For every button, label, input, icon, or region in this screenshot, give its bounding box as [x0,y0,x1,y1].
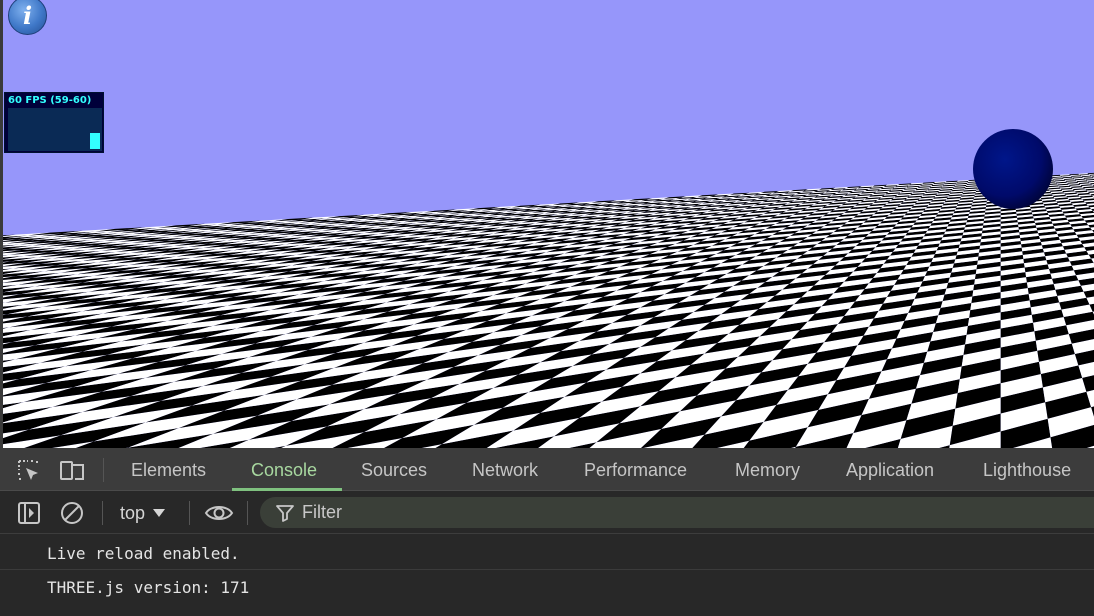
toolbar-divider [247,501,248,525]
tabbar-divider [103,458,104,482]
tab-performance[interactable]: Performance [584,448,687,491]
context-value: top [120,502,146,523]
clear-console-icon[interactable] [58,499,86,527]
toolbar-divider [189,501,190,525]
tab-network[interactable]: Network [472,448,538,491]
filter-icon [276,504,294,522]
console-output: Live reload enabled. THREE.js version: 1… [0,534,1094,616]
inspect-element-icon[interactable] [15,457,43,485]
devtools-tabbar: Elements Console Sources Network Perform… [0,448,1094,491]
webgl-viewport[interactable]: i 60 FPS (59-60) [0,0,1094,448]
tab-lighthouse[interactable]: Lighthouse [983,448,1071,491]
caret-down-icon [153,509,166,517]
tab-elements[interactable]: Elements [131,448,206,491]
context-selector[interactable]: top [112,499,173,527]
console-toolbar: top Filter [0,491,1094,534]
info-icon: i [22,1,33,30]
device-toggle-icon[interactable] [58,457,86,485]
console-message[interactable]: Live reload enabled. [0,537,1094,570]
eye-icon[interactable] [203,499,235,527]
fps-label: 60 FPS (59-60) [8,95,92,106]
fps-stats-panel[interactable]: 60 FPS (59-60) [4,92,104,153]
fps-graph [8,108,102,151]
fps-graph-bar [90,133,100,149]
console-message[interactable]: THREE.js version: 171 [0,571,1094,604]
sidebar-toggle-icon[interactable] [15,499,43,527]
tab-console[interactable]: Console [251,448,317,491]
blue-sphere [973,129,1053,209]
tab-memory[interactable]: Memory [735,448,800,491]
tab-application[interactable]: Application [846,448,934,491]
checkerboard-floor [0,172,1094,448]
viewport-border [0,0,3,448]
filter-placeholder: Filter [302,502,342,522]
tab-sources[interactable]: Sources [361,448,427,491]
devtools-panel: Elements Console Sources Network Perform… [0,448,1094,616]
3d-scene[interactable] [0,0,1094,448]
filter-input[interactable]: Filter [260,497,1094,528]
toolbar-divider [102,501,103,525]
